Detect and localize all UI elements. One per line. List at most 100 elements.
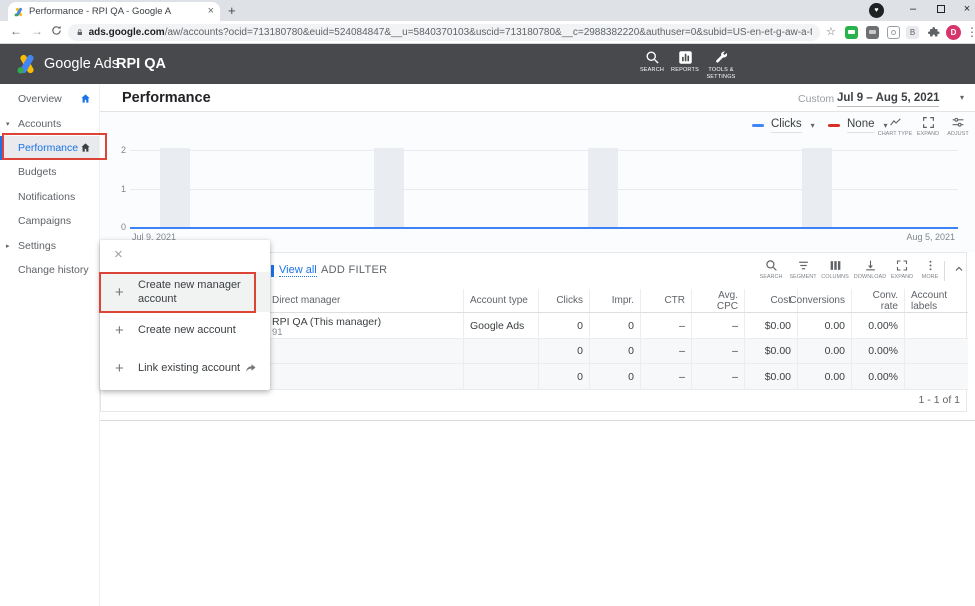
- table-search-label: SEARCH: [754, 274, 788, 280]
- tools-settings-label: TOOLS & SETTINGS: [699, 67, 743, 81]
- cell: $0.00: [745, 364, 798, 389]
- columns-button[interactable]: COLUMNS: [818, 259, 852, 280]
- table-search-button[interactable]: SEARCH: [754, 259, 788, 280]
- cell: [464, 364, 539, 389]
- segment-label: SEGMENT: [786, 274, 820, 280]
- sidebar-item-label: Overview: [18, 93, 62, 105]
- sidebar-item-budgets[interactable]: Budgets: [0, 160, 99, 184]
- download-icon: [864, 259, 877, 272]
- metric-color-swatch: [752, 124, 764, 127]
- link-arrow-icon: [244, 362, 258, 374]
- minimize-button[interactable]: –: [905, 3, 921, 15]
- sidebar-item-label: Notifications: [18, 191, 75, 203]
- lock-icon: [76, 28, 84, 37]
- cell: –: [641, 364, 692, 389]
- chart-adjust-button[interactable]: ADJUST: [938, 116, 975, 137]
- download-button[interactable]: DOWNLOAD: [853, 259, 887, 280]
- weekend-band: [802, 148, 832, 228]
- gridline: [130, 150, 958, 151]
- columns-label: COLUMNS: [818, 274, 852, 280]
- maximize-button[interactable]: [933, 4, 949, 16]
- sidebar-item-campaigns[interactable]: Campaigns: [0, 209, 99, 233]
- table-header-row: Direct manager Account type Clicks Impr.…: [266, 289, 968, 313]
- expand-icon: [922, 116, 935, 129]
- titlebar-profile-icon[interactable]: ♥: [869, 3, 884, 18]
- cell: [905, 339, 968, 363]
- home-icon: [80, 93, 91, 104]
- forward-icon[interactable]: →: [31, 24, 43, 38]
- cell: [905, 364, 968, 389]
- tools-settings-button[interactable]: TOOLS & SETTINGS: [699, 50, 743, 81]
- cell: [266, 339, 464, 363]
- tab-close-icon[interactable]: ×: [208, 6, 214, 17]
- extension-icon-b[interactable]: B: [906, 26, 919, 39]
- date-range-picker[interactable]: Jul 9 – Aug 5, 2021: [837, 92, 939, 107]
- account-name-cell[interactable]: RPI QA (This manager) 91: [266, 313, 464, 339]
- column-header[interactable]: Impr.: [590, 289, 641, 312]
- window-close-button[interactable]: ×: [959, 3, 975, 15]
- metric-color-swatch: [828, 124, 840, 127]
- cell: 0: [539, 313, 590, 339]
- create-account-popup: × + Create new manager account + Create …: [100, 240, 270, 390]
- close-icon[interactable]: ×: [114, 246, 123, 263]
- column-header[interactable]: Clicks: [539, 289, 590, 312]
- google-ads-favicon: [14, 7, 24, 17]
- new-tab-button[interactable]: +: [228, 3, 236, 18]
- sidebar-item-notifications[interactable]: Notifications: [0, 185, 99, 209]
- more-vertical-icon: [924, 259, 937, 272]
- table-row[interactable]: RPI QA (This manager) 91 Google Ads 0 0 …: [266, 313, 968, 339]
- column-header[interactable]: Direct manager: [266, 289, 464, 312]
- extensions-puzzle-icon[interactable]: [928, 26, 940, 38]
- menu-item-create-account[interactable]: + Create new account: [100, 312, 270, 348]
- reload-icon[interactable]: [51, 25, 62, 36]
- chevron-down-icon[interactable]: ▾: [960, 93, 964, 102]
- back-icon[interactable]: ←: [10, 24, 22, 38]
- sidebar-item-label: Accounts: [18, 118, 61, 130]
- browser-profile-avatar[interactable]: D: [946, 25, 961, 40]
- google-ads-logo[interactable]: [16, 54, 38, 74]
- wrench-icon: [714, 50, 729, 65]
- address-bar[interactable]: ads.google.com/aw/accounts?ocid=71318078…: [68, 24, 820, 41]
- download-label: DOWNLOAD: [853, 274, 887, 280]
- column-header[interactable]: Account labels: [905, 289, 968, 312]
- column-header[interactable]: CTR: [641, 289, 692, 312]
- segment-icon: [797, 259, 810, 272]
- column-header[interactable]: Avg. CPC: [692, 289, 745, 312]
- x-axis-end-label: Aug 5, 2021: [906, 232, 955, 242]
- bookmark-star-icon[interactable]: ☆: [826, 25, 836, 38]
- sidebar-item-overview[interactable]: Overview: [0, 87, 99, 111]
- sidebar-item-change-history[interactable]: Change history: [0, 258, 99, 282]
- expand-icon: [896, 259, 908, 272]
- menu-item-link-existing-account[interactable]: + Link existing account: [100, 348, 270, 388]
- add-filter-button[interactable]: ADD FILTER: [321, 264, 387, 276]
- segment-button[interactable]: SEGMENT: [786, 259, 820, 280]
- column-header[interactable]: Account type: [464, 289, 539, 312]
- extension-icon-green[interactable]: [845, 26, 858, 39]
- cell: [266, 364, 464, 389]
- primary-metric-selector[interactable]: Clicks ▾: [752, 118, 815, 133]
- annotation-box-create-manager: [99, 272, 256, 313]
- sidebar-item-label: Campaigns: [18, 215, 71, 227]
- view-all-link[interactable]: View all: [279, 264, 317, 277]
- browser-tab[interactable]: Performance - RPI QA - Google A ×: [8, 2, 220, 21]
- browser-menu-icon[interactable]: ⋮: [966, 25, 975, 39]
- account-name: RPI QA: [116, 56, 166, 72]
- toolbar-divider: [944, 261, 945, 281]
- caret-down-icon: ▾: [6, 120, 10, 128]
- column-header[interactable]: Conversions: [798, 289, 852, 312]
- cell: 0: [590, 313, 641, 339]
- search-icon: [765, 259, 778, 272]
- more-options-button[interactable]: MORE: [913, 259, 947, 280]
- collapse-table-button[interactable]: [953, 263, 965, 275]
- column-header[interactable]: Conv. rate: [852, 289, 905, 312]
- sidebar-item-settings[interactable]: ▸ Settings: [0, 233, 99, 257]
- camera-extension-icon[interactable]: [887, 26, 900, 39]
- performance-chart: Clicks ▾ None ▾ CHART TYPE EXPAND: [100, 112, 975, 252]
- table-total-row: 0 0 – – $0.00 0.00 0.00%: [266, 339, 968, 364]
- extension-icon-gray[interactable]: [866, 26, 879, 39]
- cell: –: [692, 364, 745, 389]
- url-text: ads.google.com/aw/accounts?ocid=71318078…: [89, 27, 812, 38]
- account-id: 91: [272, 328, 457, 339]
- cell: 0: [539, 364, 590, 389]
- app-header: Google Ads RPI QA SEARCH REPORTS TOOLS &…: [0, 44, 975, 84]
